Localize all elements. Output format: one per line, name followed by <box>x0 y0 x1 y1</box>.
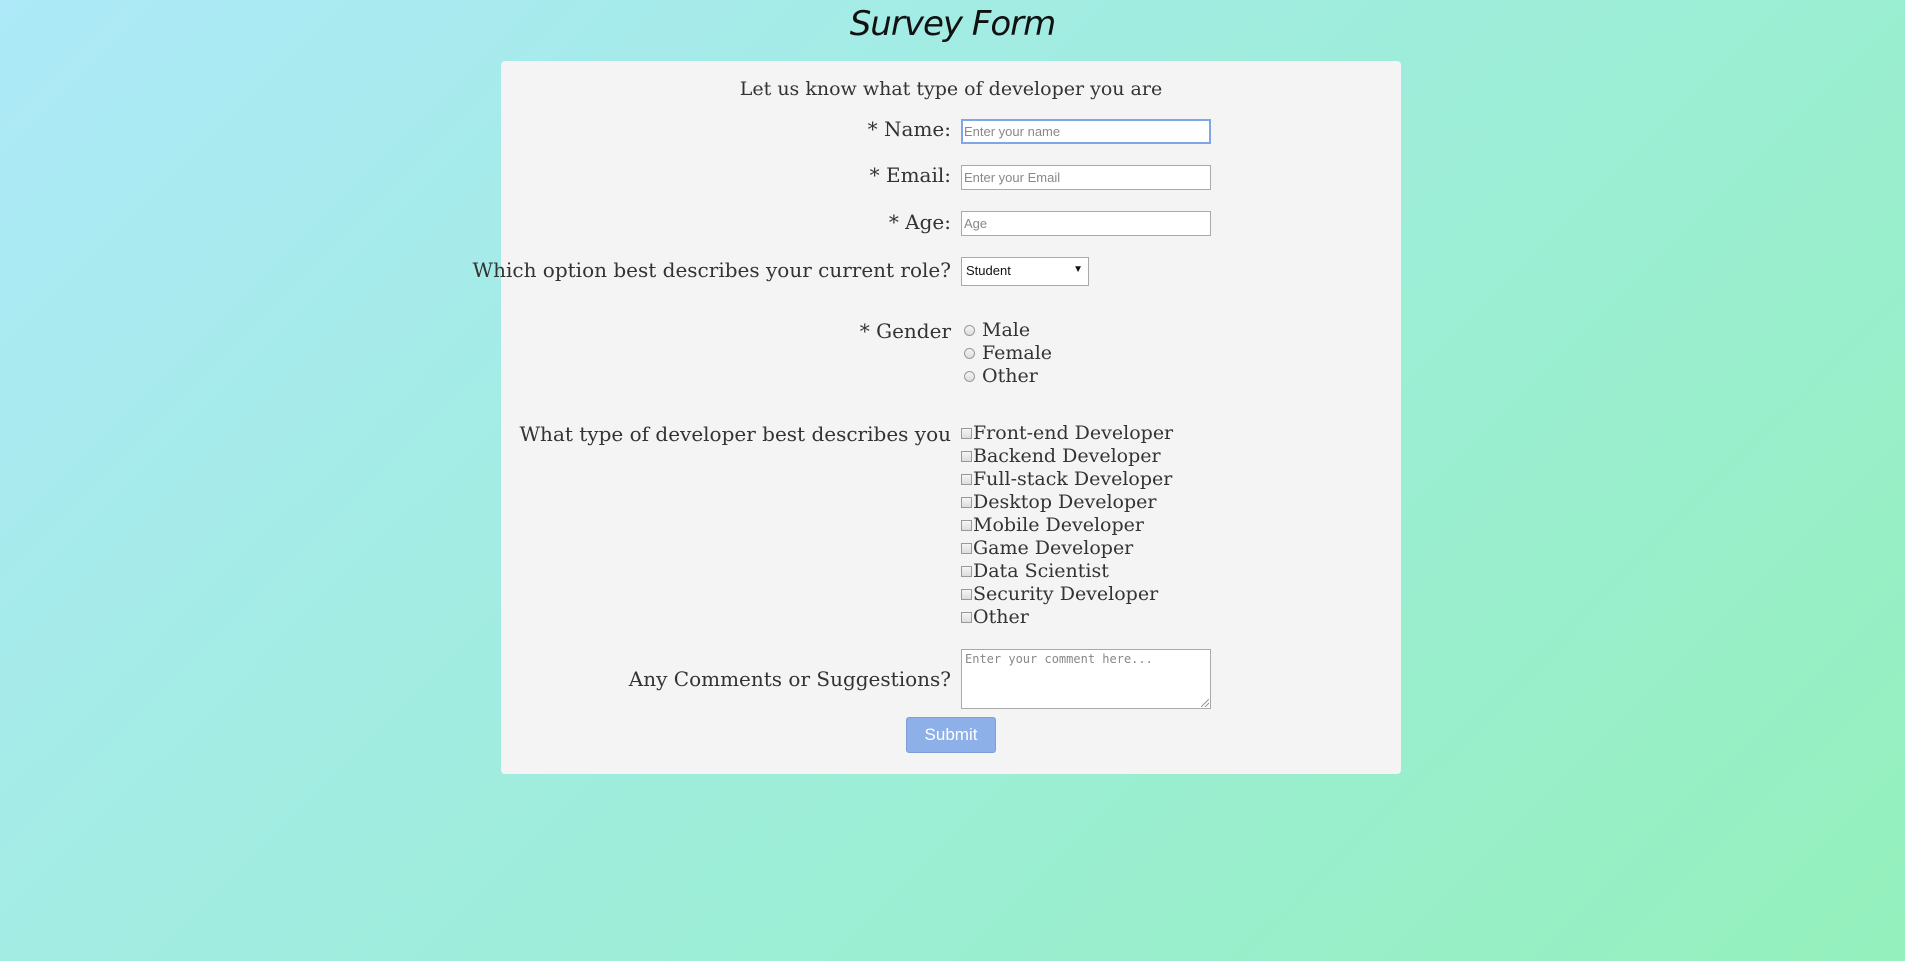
radio-button[interactable] <box>964 347 975 359</box>
form-subtitle: Let us know what type of developer you a… <box>739 78 1163 100</box>
radio-button[interactable] <box>964 370 975 382</box>
checkbox[interactable] <box>961 427 972 439</box>
developer-option-backend[interactable]: Backend Developer <box>961 445 1161 467</box>
developer-option-label: Data Scientist <box>973 560 1109 582</box>
checkbox[interactable] <box>961 542 972 554</box>
age-input[interactable] <box>961 211 1211 236</box>
developer-option-label: Front-end Developer <box>973 422 1174 444</box>
checkbox[interactable] <box>961 496 972 508</box>
role-select-value: Student <box>966 263 1011 278</box>
comments-textarea[interactable]: Enter your comment here... <box>961 649 1211 709</box>
developer-option-mobile[interactable]: Mobile Developer <box>961 514 1144 536</box>
developer-option-label: Desktop Developer <box>973 491 1157 513</box>
resize-handle-icon[interactable] <box>1201 699 1209 707</box>
email-input[interactable] <box>961 165 1211 190</box>
developer-option-label: Security Developer <box>973 583 1159 605</box>
submit-button[interactable]: Submit <box>906 717 996 753</box>
gender-option-label: Male <box>982 319 1031 341</box>
gender-option-other[interactable]: Other <box>961 365 1038 387</box>
developer-option-label: Full-stack Developer <box>973 468 1173 490</box>
comments-placeholder: Enter your comment here... <box>965 652 1153 666</box>
radio-button[interactable] <box>964 324 975 336</box>
gender-option-label: Other <box>982 365 1038 387</box>
developer-option-label: Other <box>973 606 1029 628</box>
developer-option-desktop[interactable]: Desktop Developer <box>961 491 1156 513</box>
checkbox[interactable] <box>961 473 972 485</box>
gender-label: * Gender <box>859 319 951 343</box>
developer-option-full-stack[interactable]: Full-stack Developer <box>961 468 1172 490</box>
checkbox[interactable] <box>961 611 972 623</box>
name-label: * Name: <box>867 117 951 141</box>
developer-option-data-scientist[interactable]: Data Scientist <box>961 560 1109 582</box>
page-title: Survey Form <box>849 4 1057 44</box>
developer-option-label: Game Developer <box>973 537 1134 559</box>
age-label: * Age: <box>888 210 951 234</box>
gender-option-female[interactable]: Female <box>961 342 1052 364</box>
checkbox[interactable] <box>961 588 972 600</box>
checkbox[interactable] <box>961 450 972 462</box>
developer-option-label: Backend Developer <box>973 445 1161 467</box>
developer-option-security[interactable]: Security Developer <box>961 583 1158 605</box>
developer-option-other[interactable]: Other <box>961 606 1029 628</box>
name-input[interactable] <box>961 119 1211 144</box>
survey-form: Let us know what type of developer you a… <box>473 61 1401 774</box>
comments-label: Any Comments or Suggestions? <box>628 667 951 691</box>
checkbox[interactable] <box>961 519 972 531</box>
developer-type-label: What type of developer best describes yo… <box>519 422 952 446</box>
role-label: Which option best describes your current… <box>472 258 951 282</box>
gender-option-label: Female <box>982 342 1053 364</box>
developer-option-label: Mobile Developer <box>973 514 1144 536</box>
developer-option-front-end[interactable]: Front-end Developer <box>961 422 1173 444</box>
role-select[interactable]: Student ▼ <box>961 257 1089 286</box>
email-label: * Email: <box>869 163 951 187</box>
gender-option-male[interactable]: Male <box>961 319 1030 341</box>
checkbox[interactable] <box>961 565 972 577</box>
developer-option-game[interactable]: Game Developer <box>961 537 1133 559</box>
dropdown-arrow-icon: ▼ <box>1073 264 1083 275</box>
